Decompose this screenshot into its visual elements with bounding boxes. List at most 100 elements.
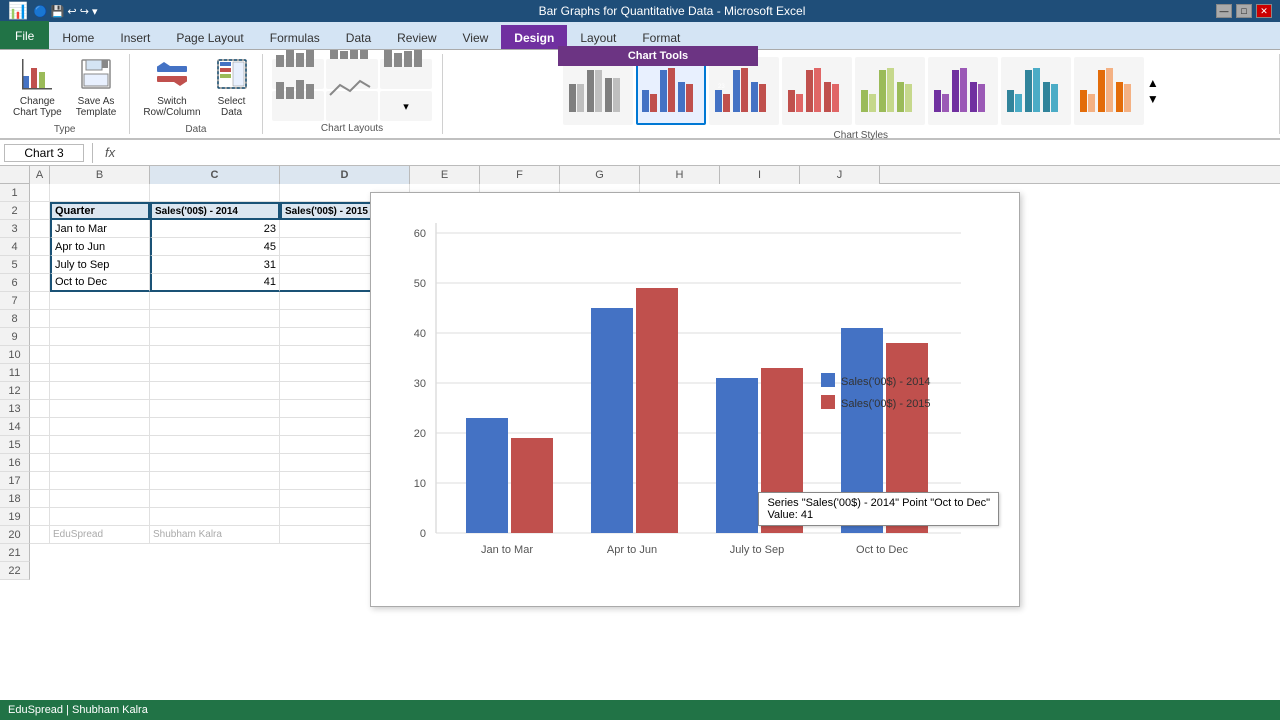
row-header-14[interactable]: 14: [0, 418, 30, 436]
row-header-15[interactable]: 15: [0, 436, 30, 454]
switch-row-column-icon: [156, 58, 188, 95]
cell-c5[interactable]: 31: [150, 256, 280, 274]
row-header-18[interactable]: 18: [0, 490, 30, 508]
col-header-g[interactable]: G: [560, 166, 640, 184]
switch-row-column-button[interactable]: SwitchRow/Column: [138, 54, 205, 122]
row-header-6[interactable]: 6: [0, 274, 30, 292]
cell-b4[interactable]: Apr to Jun: [50, 238, 150, 256]
chart-style-6[interactable]: [928, 57, 998, 125]
tab-formulas[interactable]: Formulas: [257, 25, 333, 49]
chart-style-7[interactable]: [1001, 57, 1071, 125]
chart-style-3[interactable]: 23: [709, 57, 779, 125]
row-header-12[interactable]: 12: [0, 382, 30, 400]
cell-b2[interactable]: Quarter: [50, 202, 150, 220]
bar-apr-2015[interactable]: [636, 288, 678, 533]
cell-a5[interactable]: [30, 256, 50, 274]
spreadsheet: A B C D E F G H I J 1 2 3 4 5 6 7 8 9 10…: [0, 166, 1280, 696]
fx-button[interactable]: fx: [101, 145, 119, 160]
ribbon-group-data: SwitchRow/Column SelectData Data: [130, 54, 262, 134]
row-header-2[interactable]: 2: [0, 202, 30, 220]
chart-style-5[interactable]: [855, 57, 925, 125]
formula-input[interactable]: [123, 146, 1276, 160]
chart-style-1[interactable]: [563, 57, 633, 125]
row-header-5[interactable]: 5: [0, 256, 30, 274]
svg-text:0: 0: [420, 528, 426, 540]
cell-a6[interactable]: [30, 274, 50, 292]
row-header-17[interactable]: 17: [0, 472, 30, 490]
row-header-9[interactable]: 9: [0, 328, 30, 346]
bar-apr-2014[interactable]: [591, 308, 633, 533]
cell-c1[interactable]: [150, 184, 280, 202]
bar-jan-2015[interactable]: [511, 438, 553, 533]
chart-tooltip: Series "Sales('00$) - 2014" Point "Oct t…: [758, 492, 999, 526]
row-header-22[interactable]: 22: [0, 562, 30, 580]
cell-b6[interactable]: Oct to Dec: [50, 274, 150, 292]
col-header-c[interactable]: C: [150, 166, 280, 184]
cell-c3[interactable]: 23: [150, 220, 280, 238]
row-header-21[interactable]: 21: [0, 544, 30, 562]
col-header-a[interactable]: A: [30, 166, 50, 184]
chart-style-2[interactable]: [636, 57, 706, 125]
name-box[interactable]: Chart 3: [4, 144, 84, 162]
cell-a2[interactable]: [30, 202, 50, 220]
row-header-13[interactable]: 13: [0, 400, 30, 418]
chart-styles-scroll[interactable]: ▲ ▼: [1147, 76, 1159, 106]
row-header-8[interactable]: 8: [0, 310, 30, 328]
chart-layout-5[interactable]: [326, 91, 378, 121]
col-header-j[interactable]: J: [800, 166, 880, 184]
bar-jul-2014[interactable]: [716, 378, 758, 533]
row-header-20[interactable]: 20: [0, 526, 30, 544]
select-data-button[interactable]: SelectData: [210, 54, 254, 122]
close-btn[interactable]: ✕: [1256, 4, 1272, 18]
row-headers: 1 2 3 4 5 6 7 8 9 10 11 12 13 14 15 16 1…: [0, 184, 30, 696]
formula-bar: Chart 3 fx: [0, 140, 1280, 166]
cell-c2[interactable]: Sales('00$) - 2014: [150, 202, 280, 220]
tab-review[interactable]: Review: [384, 25, 449, 49]
row-header-7[interactable]: 7: [0, 292, 30, 310]
tab-page-layout[interactable]: Page Layout: [163, 25, 256, 49]
minimize-btn[interactable]: —: [1216, 4, 1232, 18]
row-header-19[interactable]: 19: [0, 508, 30, 526]
cell-c4[interactable]: 45: [150, 238, 280, 256]
row-header-3[interactable]: 3: [0, 220, 30, 238]
save-as-template-button[interactable]: Save AsTemplate: [71, 54, 122, 122]
tab-view[interactable]: View: [450, 25, 502, 49]
row-header-4[interactable]: 4: [0, 238, 30, 256]
select-data-label: SelectData: [218, 96, 246, 118]
row-header-16[interactable]: 16: [0, 454, 30, 472]
chart-layout-expand[interactable]: ▾: [380, 91, 432, 121]
change-chart-type-icon: [21, 58, 53, 95]
col-header-f[interactable]: F: [480, 166, 560, 184]
col-header-d[interactable]: D: [280, 166, 410, 184]
col-header-e[interactable]: E: [410, 166, 480, 184]
cell-a1[interactable]: [30, 184, 50, 202]
bar-jan-2014[interactable]: [466, 418, 508, 533]
tab-file[interactable]: File: [0, 21, 49, 49]
cell-c6[interactable]: 41: [150, 274, 280, 292]
cell-a3[interactable]: [30, 220, 50, 238]
row-header-11[interactable]: 11: [0, 364, 30, 382]
chart-style-4[interactable]: [782, 57, 852, 125]
col-header-h[interactable]: H: [640, 166, 720, 184]
tab-insert[interactable]: Insert: [107, 25, 163, 49]
chart-layout-3[interactable]: [380, 59, 432, 89]
svg-text:30: 30: [414, 378, 426, 390]
maximize-btn[interactable]: □: [1236, 4, 1252, 18]
tab-data[interactable]: Data: [333, 25, 384, 49]
tab-home[interactable]: Home: [49, 25, 107, 49]
chart-style-8[interactable]: [1074, 57, 1144, 125]
cell-b5[interactable]: July to Sep: [50, 256, 150, 274]
svg-text:50: 50: [414, 278, 426, 290]
cell-b3[interactable]: Jan to Mar: [50, 220, 150, 238]
chart-styles-label: Chart Styles: [834, 130, 888, 141]
row-header-1[interactable]: 1: [0, 184, 30, 202]
cell-b1[interactable]: [50, 184, 150, 202]
chart-layout-4[interactable]: [272, 91, 324, 121]
row-header-10[interactable]: 10: [0, 346, 30, 364]
col-header-i[interactable]: I: [720, 166, 800, 184]
col-header-b[interactable]: B: [50, 166, 150, 184]
chart-container[interactable]: 0 10 20 30 40 50: [370, 192, 1020, 607]
formula-divider: [92, 143, 93, 163]
change-chart-type-button[interactable]: ChangeChart Type: [8, 54, 67, 122]
cell-a4[interactable]: [30, 238, 50, 256]
